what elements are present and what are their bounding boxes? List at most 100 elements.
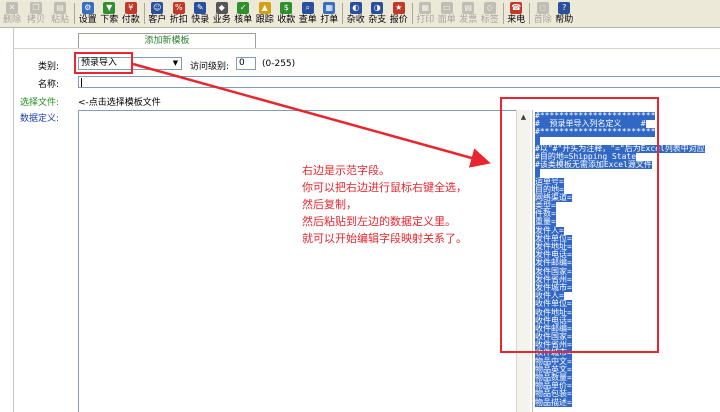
download-icon: ▼ [103, 2, 116, 14]
quick-entry-icon: ✎ [194, 2, 207, 14]
incoming-call-icon: ☎ [510, 2, 523, 14]
toolbar-button-20[interactable]: ▭ 面单 [436, 0, 458, 28]
toolbar-button-2[interactable]: ❐ 拷贝 [24, 0, 48, 28]
highlight-box-category [74, 52, 133, 74]
paste-icon: ▤ [54, 2, 66, 14]
toolbar-separator [74, 3, 75, 24]
clear-icon: ◌ [536, 2, 549, 14]
toolbar-button-18[interactable]: ★ 报价 [388, 0, 410, 28]
business-icon: ◆ [215, 2, 228, 14]
print-icon: ▦ [419, 2, 432, 14]
toolbar-button-label: 打印 [416, 15, 435, 25]
customer-icon: ☺ [151, 2, 164, 14]
data-definition-textarea[interactable] [78, 110, 530, 412]
delete-icon: ✕ [6, 2, 18, 14]
verify-icon: ✓ [237, 2, 250, 14]
annotation-note: 右边是示范字段。你可以把右边进行鼠标右键全选， 然后复制， 然后粘贴到左边的数据定义… [302, 162, 467, 247]
toolbar-button-label: 付款 [121, 15, 140, 25]
toolbar-button-9[interactable]: ✎ 快录 [190, 0, 212, 28]
toolbar-button-1[interactable]: ✕ 删除 [0, 0, 24, 28]
toolbar-button-label: 快录 [191, 15, 210, 25]
left-gutter-divider [13, 28, 14, 412]
toolbar-button-22[interactable]: ◇ 标签 [479, 0, 501, 28]
chevron-down-icon[interactable]: ▼ [171, 59, 180, 68]
toolbar-separator [342, 3, 343, 24]
quote-icon: ★ [392, 2, 405, 14]
category-label: 类别: [38, 62, 60, 72]
toolbar-button-label: 收款 [277, 15, 296, 25]
toolbar-button-17[interactable]: ◑ 杂支 [367, 0, 389, 28]
toolbar-button-label: 杂支 [368, 15, 387, 25]
search-order-icon: ⌕ [301, 2, 314, 14]
access-level-input[interactable]: 0 [236, 57, 256, 70]
toolbar-separator [502, 3, 504, 24]
toolbar-button-label: 核单 [234, 15, 253, 25]
toolbar-button-label: 打单 [320, 15, 339, 25]
toolbar-button-label: 来电 [507, 15, 526, 25]
form-header-divider [13, 48, 720, 49]
select-file-link[interactable]: <-点击选择模板文件 [78, 95, 161, 108]
toolbar-button-label: 跟踪 [255, 15, 274, 25]
invoice-icon: ▤ [462, 2, 475, 14]
toolbar-button-label: 业务 [212, 15, 231, 25]
toolbar-button-15[interactable]: ▦ 打单 [319, 0, 341, 28]
annotation-line: 右边是示范字段。 [302, 164, 390, 177]
toolbar-button-label: 查单 [298, 15, 317, 25]
toolbar-button-21[interactable]: ▤ 发票 [458, 0, 480, 28]
toolbar-button-label: 杂收 [346, 15, 365, 25]
toolbar-button-4[interactable]: ⚙ 设置 [77, 0, 99, 28]
toolbar-button-label: 帮助 [555, 15, 574, 25]
label-icon: ◇ [483, 2, 496, 14]
main-toolbar: ✕ 删除 ❐ 拷贝 ▤ 粘贴 ⚙ 设置 ▼ 下索 ¥ 付款 ☺ 客户% 折扣 ✎ 快录 ◆ 业务 ✓ 核单 ▲ 跟踪 $ 收款 ⌕… [0, 0, 720, 28]
receipt-icon: $ [280, 2, 293, 14]
text-caret [81, 78, 82, 87]
toolbar-button-14[interactable]: ⌕ 查单 [297, 0, 319, 28]
toolbar-button-label: 设置 [78, 15, 97, 25]
toolbar-button-11[interactable]: ✓ 核单 [233, 0, 255, 28]
annotation-line: 然后复制， [302, 198, 357, 211]
toolbar-button-6[interactable]: ¥ 付款 [120, 0, 142, 28]
access-level-range: (0-255) [262, 59, 296, 69]
toolbar-button-19[interactable]: ▦ 打印 [415, 0, 437, 28]
toolbar-button-23[interactable]: ☎ 来电 [506, 0, 528, 28]
copy-icon: ❐ [30, 2, 42, 14]
toolbar-button-label: 首除 [533, 15, 552, 25]
toolbar-button-label: 下索 [100, 15, 119, 25]
misc-pay-icon: ◑ [371, 2, 384, 14]
toolbar-button-16[interactable]: ◐ 杂收 [345, 0, 367, 28]
toolbar-button-label: 折扣 [169, 15, 188, 25]
toolbar-button-7[interactable]: ☺ 客户 [147, 0, 169, 28]
annotation-line: 就可以开始编辑字段映射关系了。 [302, 232, 467, 245]
highlight-box-sample [500, 97, 659, 353]
settings-icon: ⚙ [81, 2, 94, 14]
toolbar-separator [411, 3, 413, 24]
access-level-label: 访问级别: [190, 62, 230, 72]
tab-add-new-template[interactable]: 添加新模板 [78, 33, 256, 48]
print-order-icon: ▦ [323, 2, 336, 14]
annotation-line: 你可以把右边进行鼠标右键全选， [302, 181, 467, 194]
waybill-icon: ▭ [440, 2, 453, 14]
toolbar-button-3[interactable]: ▤ 粘贴 [48, 0, 72, 28]
toolbar-button-label: 标签 [480, 15, 499, 25]
name-label: 名称: [38, 80, 60, 90]
toolbar-button-label: 面单 [437, 15, 456, 25]
select-file-label: 选择文件: [20, 98, 60, 108]
name-input[interactable] [78, 76, 720, 88]
toolbar-button-8[interactable]: % 折扣 [168, 0, 190, 28]
misc-receive-icon: ◐ [349, 2, 362, 14]
toolbar-button-12[interactable]: ▲ 跟踪 [254, 0, 276, 28]
track-icon: ▲ [258, 2, 271, 14]
toolbar-button-label: 发票 [459, 15, 478, 25]
toolbar-button-label: 拷贝 [26, 15, 45, 25]
toolbar-button-label: 粘贴 [50, 15, 69, 25]
toolbar-separator [143, 3, 145, 24]
toolbar-button-13[interactable]: $ 收款 [276, 0, 298, 28]
toolbar-separator [529, 3, 530, 24]
toolbar-button-5[interactable]: ▼ 下索 [99, 0, 121, 28]
toolbar-button-24[interactable]: ◌ 首除 [532, 0, 554, 28]
toolbar-button-25[interactable]: ? 帮助 [554, 0, 576, 28]
help-icon: ? [558, 2, 571, 14]
annotation-line: 然后粘贴到左边的数据定义里。 [302, 215, 456, 228]
toolbar-button-label: 报价 [389, 15, 408, 25]
toolbar-button-10[interactable]: ◆ 业务 [211, 0, 233, 28]
